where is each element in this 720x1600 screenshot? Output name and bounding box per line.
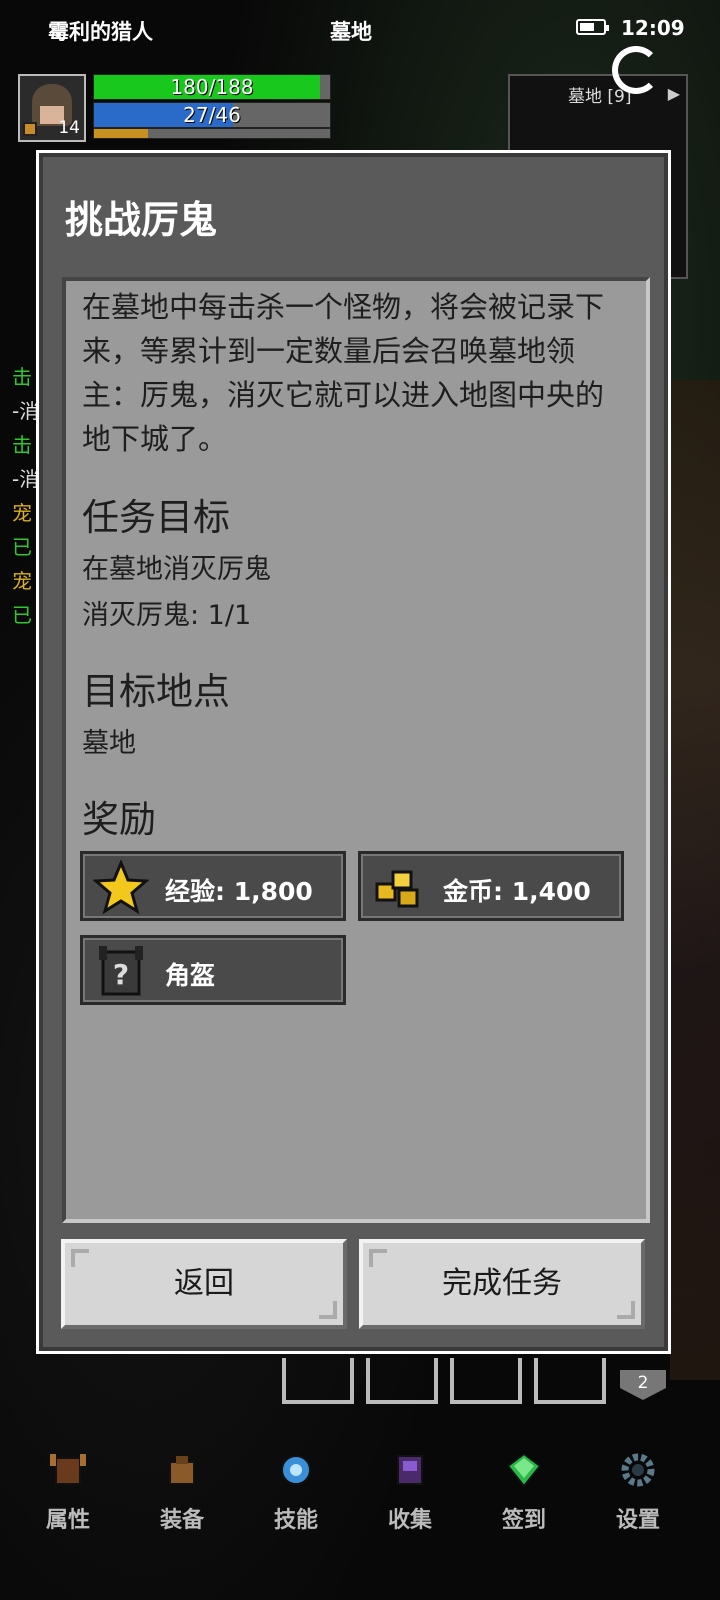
log-line: -消 — [12, 399, 40, 423]
log-line: -消 — [12, 467, 40, 491]
gold-coins-icon — [375, 870, 419, 908]
gem-icon — [506, 1452, 542, 1488]
map-scenery — [670, 380, 720, 1380]
log-line: 宠 — [12, 501, 32, 525]
log-line: 宠 — [12, 569, 32, 593]
star-icon — [93, 860, 149, 915]
quick-slot[interactable] — [366, 1358, 438, 1404]
quick-slot[interactable] — [450, 1358, 522, 1404]
mp-text: 27/46 — [183, 103, 241, 127]
minimap-expand-icon[interactable]: ▶ — [668, 84, 680, 103]
nav-attributes[interactable]: 属性 — [18, 1450, 118, 1550]
nav-label: 属性 — [45, 1508, 90, 1533]
log-line: 击 — [12, 365, 32, 389]
reward-label: 经验: 1,800 — [165, 877, 313, 906]
current-location: 墓地 — [330, 20, 372, 44]
collection-book-icon — [397, 1455, 423, 1485]
log-line: 已 — [12, 535, 32, 559]
gear-icon — [621, 1453, 655, 1487]
nav-checkin[interactable]: 签到 — [474, 1450, 574, 1550]
svg-text:?: ? — [113, 958, 129, 991]
helmet-icon — [50, 1454, 86, 1485]
quest-description: 在墓地中每击杀一个怪物，将会被记录下来，等累计到一定数量后会召唤墓地领主：厉鬼，… — [82, 290, 605, 456]
corner-decoration — [71, 1249, 89, 1267]
clock: 12:09 — [621, 16, 685, 40]
dialog-title: 挑战厉鬼 — [65, 198, 218, 242]
player-level: 14 — [58, 118, 80, 138]
back-label: 返回 — [174, 1266, 234, 1301]
nav-label: 技能 — [273, 1508, 318, 1533]
quest-dialog: 挑战厉鬼 在墓地中每击杀一个怪物，将会被记录下来，等累计到一定数量后会召唤墓地领… — [36, 150, 671, 1354]
back-button[interactable]: 返回 — [61, 1239, 347, 1329]
log-line: 击 — [12, 433, 32, 457]
nav-collection[interactable]: 收集 — [360, 1450, 460, 1550]
battery-icon — [576, 19, 609, 35]
nav-equipment[interactable]: 装备 — [132, 1450, 232, 1550]
player-avatar[interactable]: 14 — [18, 74, 86, 142]
quest-content-panel: 在墓地中每击杀一个怪物，将会被记录下来，等累计到一定数量后会召唤墓地领主：厉鬼，… — [62, 277, 650, 1223]
xp-bar — [93, 128, 331, 139]
objective-line: 在墓地消灭厉鬼 — [82, 554, 271, 585]
nav-label: 收集 — [387, 1508, 432, 1533]
xp-fill — [94, 129, 149, 138]
nav-label: 签到 — [501, 1508, 546, 1533]
log-line: 已 — [12, 603, 32, 627]
complete-label: 完成任务 — [442, 1266, 562, 1301]
bottom-nav: 属性 装备 技能 收集 签到 设置 — [0, 1440, 720, 1600]
corner-decoration — [617, 1301, 635, 1319]
hp-bar: 180/188 — [93, 74, 331, 100]
nav-settings[interactable]: 设置 — [588, 1450, 688, 1550]
refresh-icon[interactable] — [612, 46, 660, 94]
nav-skills[interactable]: 技能 — [246, 1450, 346, 1550]
reward-title: 奖励 — [82, 798, 156, 841]
mp-bar: 27/46 — [93, 102, 331, 128]
objective-progress: 消灭厉鬼: 1/1 — [82, 600, 252, 631]
reward-exp[interactable]: 经验: 1,800 — [80, 851, 346, 921]
nav-label: 装备 — [159, 1508, 204, 1533]
corner-decoration — [319, 1301, 337, 1319]
reward-label: 金币: 1,400 — [443, 877, 591, 906]
quick-slot[interactable] — [534, 1358, 606, 1404]
quick-slot[interactable] — [282, 1358, 354, 1404]
level-icon — [23, 122, 37, 136]
corner-decoration — [369, 1249, 387, 1267]
bag-icon — [169, 1456, 195, 1485]
status-bar: 霉利的猎人 墓地 12:09 — [0, 0, 720, 62]
horned-helmet-icon: ? — [99, 946, 143, 996]
reward-item[interactable]: ? 角盔 — [80, 935, 346, 1005]
location-value: 墓地 — [82, 728, 136, 759]
location-title: 目标地点 — [82, 670, 230, 713]
skill-orb-icon — [281, 1455, 311, 1485]
hp-text: 180/188 — [170, 75, 254, 99]
complete-quest-button[interactable]: 完成任务 — [359, 1239, 645, 1329]
objective-title: 任务目标 — [82, 496, 230, 539]
nav-label: 设置 — [615, 1508, 660, 1533]
reward-label: 角盔 — [165, 961, 216, 990]
player-name: 霉利的猎人 — [48, 20, 153, 44]
chat-log: 击 -消 击 -消 宠 已 宠 已 — [0, 360, 40, 632]
reward-gold[interactable]: 金币: 1,400 — [358, 851, 624, 921]
